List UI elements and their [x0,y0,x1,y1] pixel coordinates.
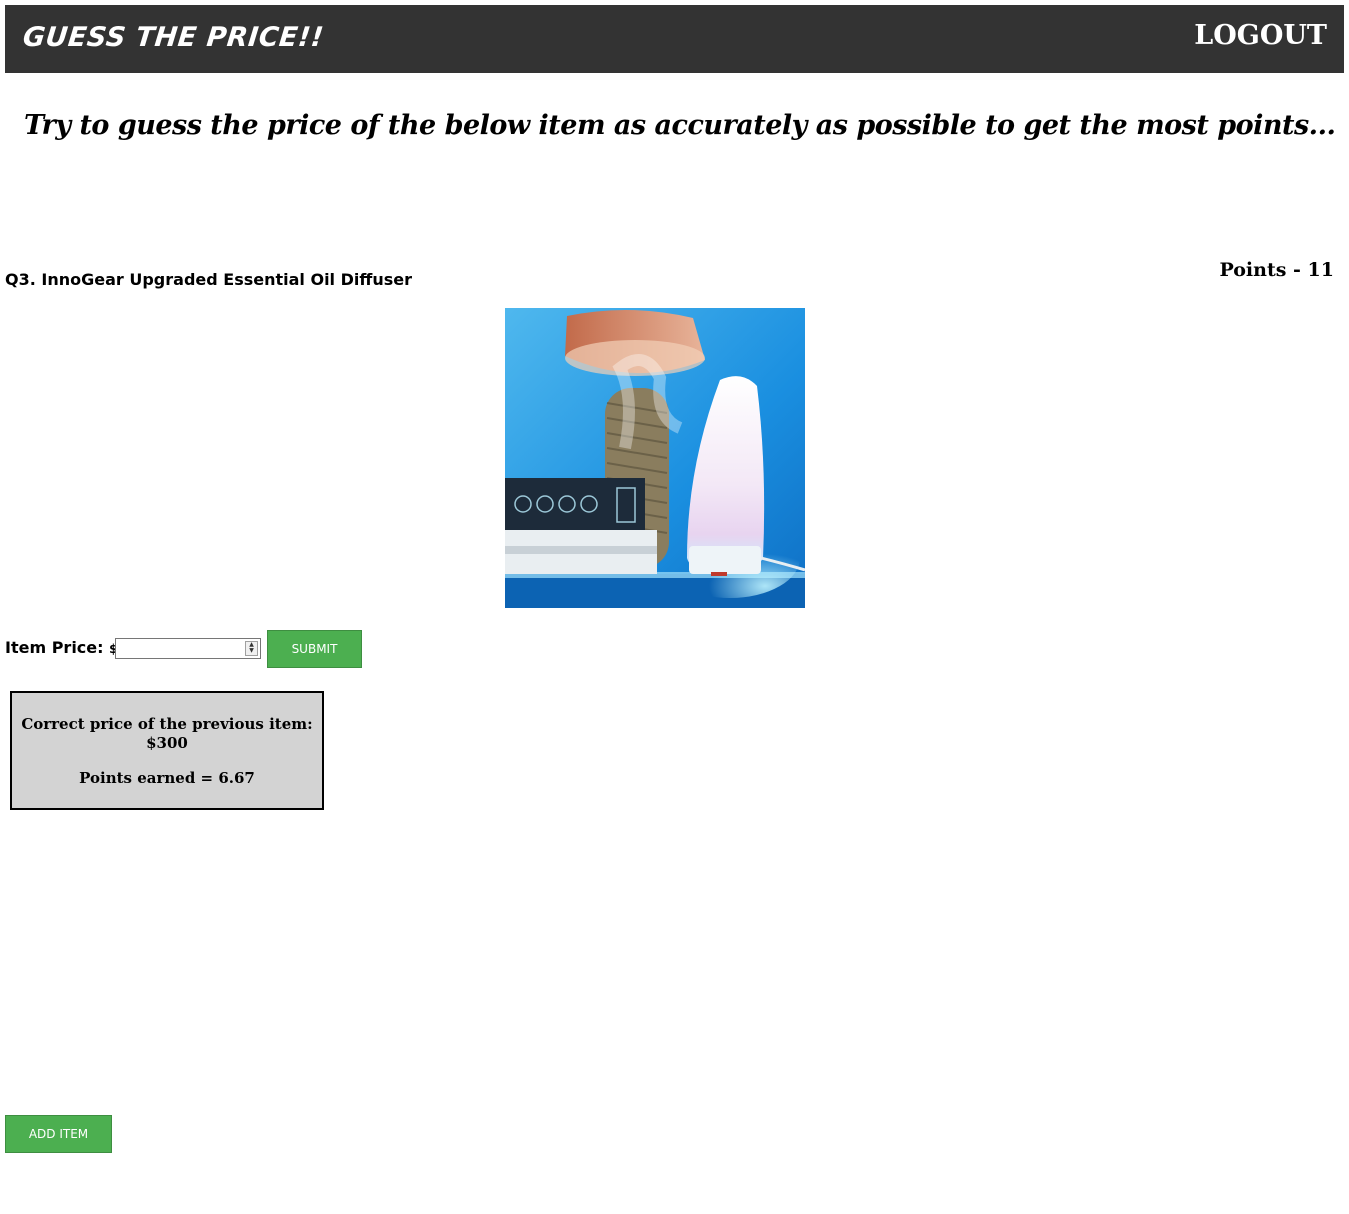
item-price-label: Item Price: $ [5,638,117,657]
logout-link[interactable]: LOGOUT [1194,20,1327,51]
book-bottom-spine [505,546,657,554]
stepper-down-icon[interactable]: ▼ [246,648,257,654]
diffuser-foot [711,572,727,576]
top-navbar: GUESS THE PRICE!! LOGOUT [5,5,1344,73]
points-counter: Points - 11 [1219,259,1334,281]
item-price-label-text: Item Price: [5,638,104,657]
item-price-input[interactable] [116,639,248,658]
price-stepper[interactable]: ▲ ▼ [245,641,258,656]
previous-price-value: $300 [146,734,188,752]
product-image [505,308,805,608]
diffuser-base [689,546,761,574]
item-price-field[interactable]: ▲ ▼ [115,638,261,659]
question-title: Q3. InnoGear Upgraded Essential Oil Diff… [5,270,412,289]
instructions-text: Try to guess the price of the below item… [24,110,1336,141]
previous-result-panel: Correct price of the previous item: $300… [10,691,324,810]
submit-button[interactable]: SUBMIT [267,630,362,668]
points-earned-text: Points earned = 6.67 [79,769,255,787]
add-item-button[interactable]: ADD ITEM [5,1115,112,1153]
previous-price-label: Correct price of the previous item: [21,715,313,733]
app-title: GUESS THE PRICE!! [21,22,326,53]
